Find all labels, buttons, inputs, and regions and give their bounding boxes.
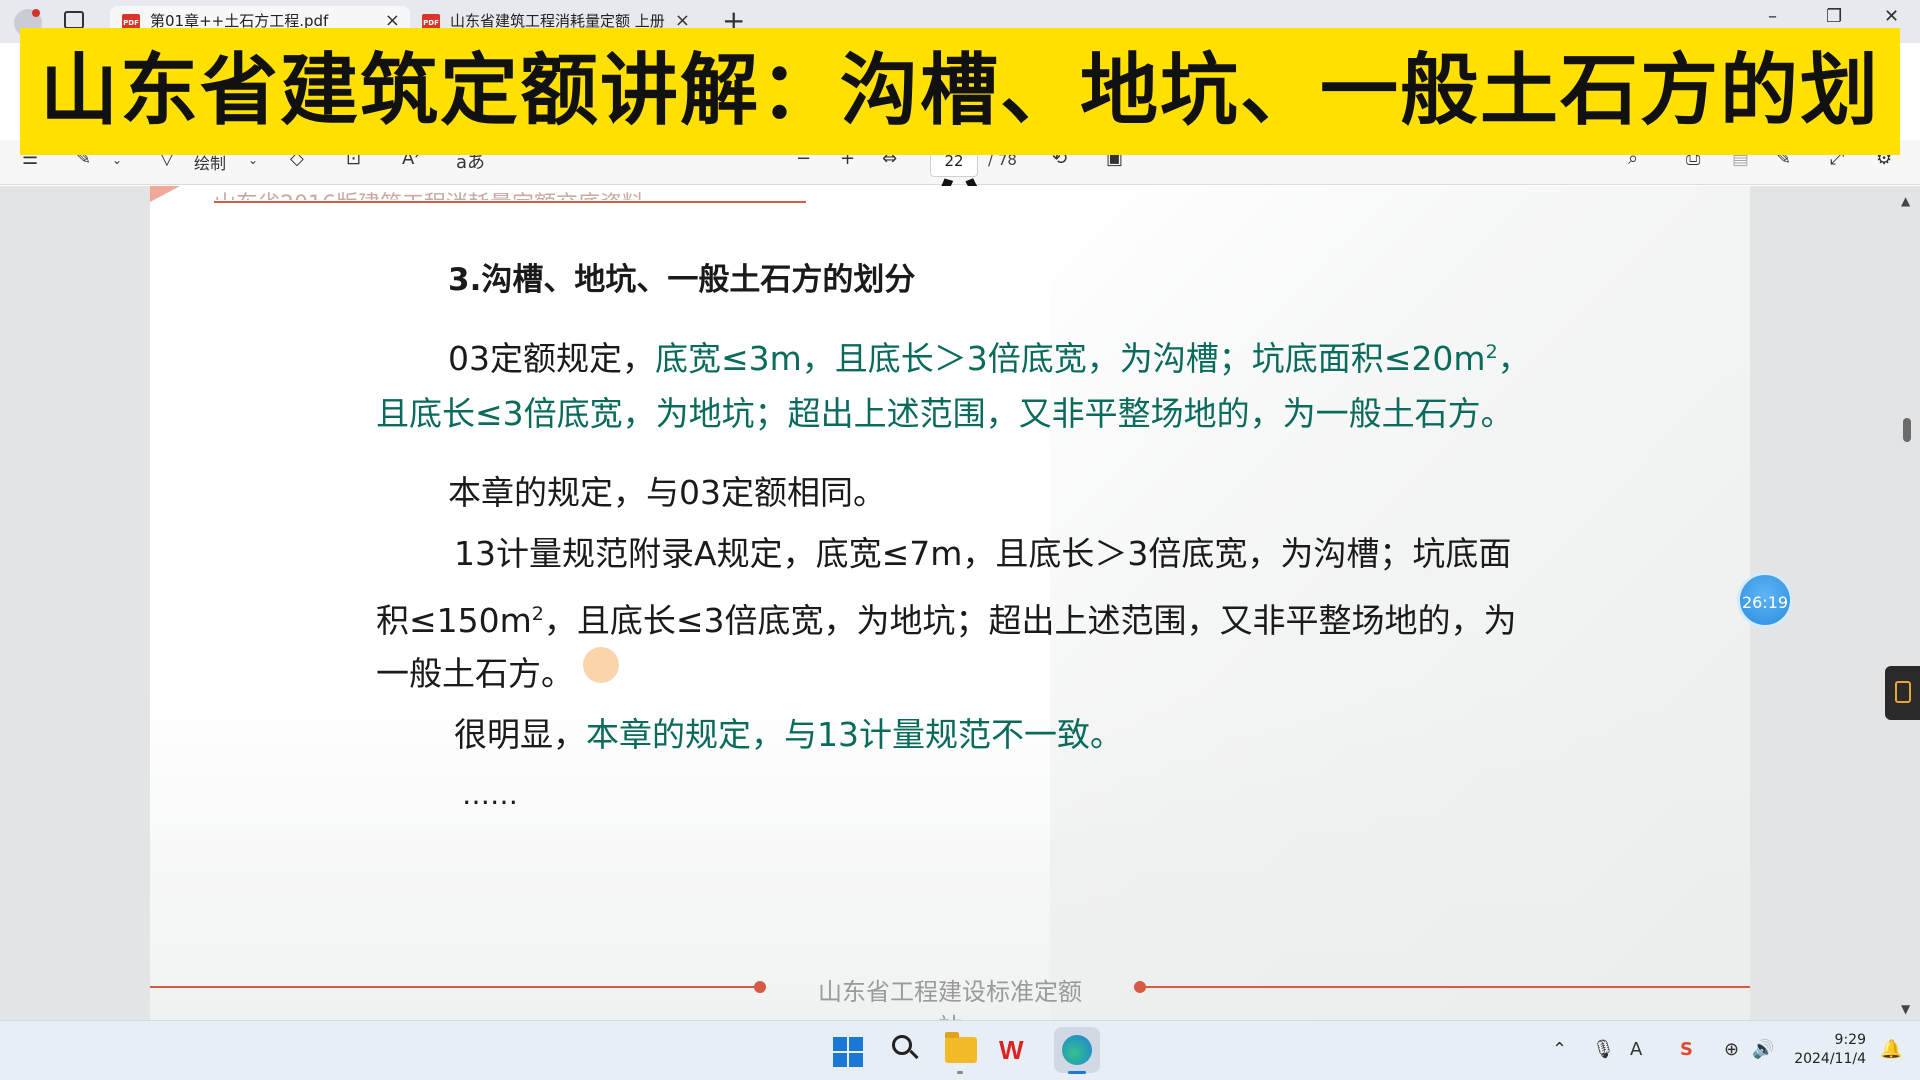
- text-run: 很明显，: [454, 715, 586, 754]
- file-explorer-icon[interactable]: [945, 1032, 977, 1063]
- page-header-text: 山东省2016版建筑工程消耗量定额交底资料: [214, 186, 804, 200]
- vertical-scrollbar[interactable]: ▲ ▼: [1896, 186, 1918, 1020]
- chevron-down-icon[interactable]: ⌄: [248, 153, 258, 167]
- logo-quad: [849, 1053, 863, 1067]
- superscript: 2: [531, 603, 544, 625]
- scroll-down-icon[interactable]: ▼: [1901, 1002, 1910, 1016]
- paragraph-4: 很明显，本章的规定，与13计量规范不一致。: [454, 715, 1123, 755]
- edge-logo: [1062, 1035, 1092, 1065]
- text-run: 03定额规定，: [448, 339, 655, 378]
- footer-dot: [754, 981, 766, 993]
- minimize-icon[interactable]: –: [1768, 6, 1777, 27]
- microphone-icon[interactable]: 🎙: [1592, 1039, 1615, 1060]
- search-handle: [909, 1049, 919, 1060]
- title-banner: 山东省建筑定额讲解：沟槽、地坑、一般土石方的划分: [20, 28, 1900, 263]
- volume-icon[interactable]: 🔊: [1752, 1039, 1774, 1060]
- notification-icon[interactable]: 🔔: [1880, 1039, 1902, 1060]
- close-window-icon[interactable]: ✕: [1884, 6, 1899, 27]
- text-run: ，且底长≤3倍底宽，为地坑；超出上述范围，又非平整场地的，为: [543, 601, 1517, 640]
- mouse-cursor-highlight: [583, 647, 619, 683]
- paragraph-3-line-1: 13计量规范附录A规定，底宽≤7m，且底长＞3倍底宽，为沟槽；坑底面: [454, 534, 1512, 573]
- paragraph-2: 本章的规定，与03定额相同。: [448, 473, 886, 512]
- ellipsis: ……: [462, 778, 518, 811]
- paragraph-1-line-1: 03定额规定，底宽≤3m，且底长＞3倍底宽，为沟槽；坑底面积≤20m2，: [448, 332, 1531, 379]
- superscript: 2: [1485, 341, 1498, 363]
- text-run: 积≤150m: [376, 601, 532, 640]
- windows-start-icon[interactable]: [833, 1037, 863, 1067]
- highlighted-text: 本章的规定，与13计量规范不一致。: [586, 715, 1123, 754]
- clock-date: 2024/11/4: [1794, 1051, 1866, 1067]
- pen-icon[interactable]: A: [1630, 1039, 1642, 1060]
- section-title: 3.沟槽、地坑、一般土石方的划分: [448, 262, 916, 298]
- highlighted-text: 底宽≤3m，且底长＞3倍底宽，为沟槽；坑底面积≤20m: [655, 339, 1486, 378]
- logo-quad: [833, 1037, 847, 1051]
- logo-quad: [833, 1053, 847, 1067]
- recording-timer[interactable]: 26:19: [1737, 572, 1793, 628]
- active-indicator: [1068, 1071, 1086, 1074]
- pdf-page: 山东省2016版建筑工程消耗量定额交底资料 3.沟槽、地坑、一般土石方的划分 0…: [150, 186, 1750, 1020]
- folder-tab: [945, 1032, 959, 1038]
- screen: PDF 第01章++土石方工程.pdf × PDF 山东省建筑工程消耗量定额 上…: [0, 0, 1920, 1080]
- edge-browser-icon[interactable]: [1054, 1027, 1100, 1074]
- clock-time: 9:29: [1834, 1032, 1866, 1048]
- notification-dot: [32, 9, 40, 17]
- wps-office-icon[interactable]: W: [999, 1035, 1031, 1067]
- running-indicator: [957, 1071, 963, 1074]
- network-icon[interactable]: ⊕: [1724, 1039, 1739, 1060]
- chevron-down-icon[interactable]: ⌄: [112, 153, 122, 167]
- clock[interactable]: 9:29 2024/11/4: [1776, 1031, 1866, 1069]
- paragraph-3-line-3: 一般土石方。: [376, 654, 574, 693]
- scroll-thumb[interactable]: [1903, 418, 1911, 442]
- text-run: ，: [1497, 339, 1531, 378]
- corner-decoration: [150, 186, 180, 202]
- banner-title: 山东省建筑定额讲解：沟槽、地坑、一般土石方的划分: [39, 46, 1880, 263]
- footer-rule-right: [1140, 986, 1750, 988]
- restore-icon[interactable]: ❐: [1826, 6, 1842, 27]
- footer-text: 山东省工程建设标准定额站: [818, 978, 1082, 1020]
- taskbar: W ⌃ 🎙 A S ⊕ 🔊 9:29 2024/11/4 🔔: [0, 1020, 1920, 1080]
- pdf-viewer[interactable]: 山东省2016版建筑工程消耗量定额交底资料 3.沟槽、地坑、一般土石方的划分 0…: [0, 186, 1920, 1020]
- sogou-input-icon[interactable]: S: [1680, 1039, 1693, 1060]
- clipboard-icon: [1895, 681, 1911, 703]
- logo-quad: [849, 1037, 863, 1051]
- header-rule: [214, 201, 806, 203]
- search-icon[interactable]: [892, 1035, 920, 1063]
- paragraph-3-line-2: 积≤150m2，且底长≤3倍底宽，为地坑；超出上述范围，又非平整场地的，为: [376, 594, 1517, 641]
- tab-actions-icon[interactable]: [64, 11, 84, 29]
- chevron-up-icon[interactable]: ⌃: [1552, 1039, 1567, 1060]
- side-panel-toggle[interactable]: [1885, 666, 1920, 720]
- paragraph-1-line-2: 且底长≤3倍底宽，为地坑；超出上述范围，又非平整场地的，为一般土石方。: [376, 394, 1514, 433]
- footer-rule-left: [150, 986, 760, 988]
- scroll-up-icon[interactable]: ▲: [1901, 194, 1910, 208]
